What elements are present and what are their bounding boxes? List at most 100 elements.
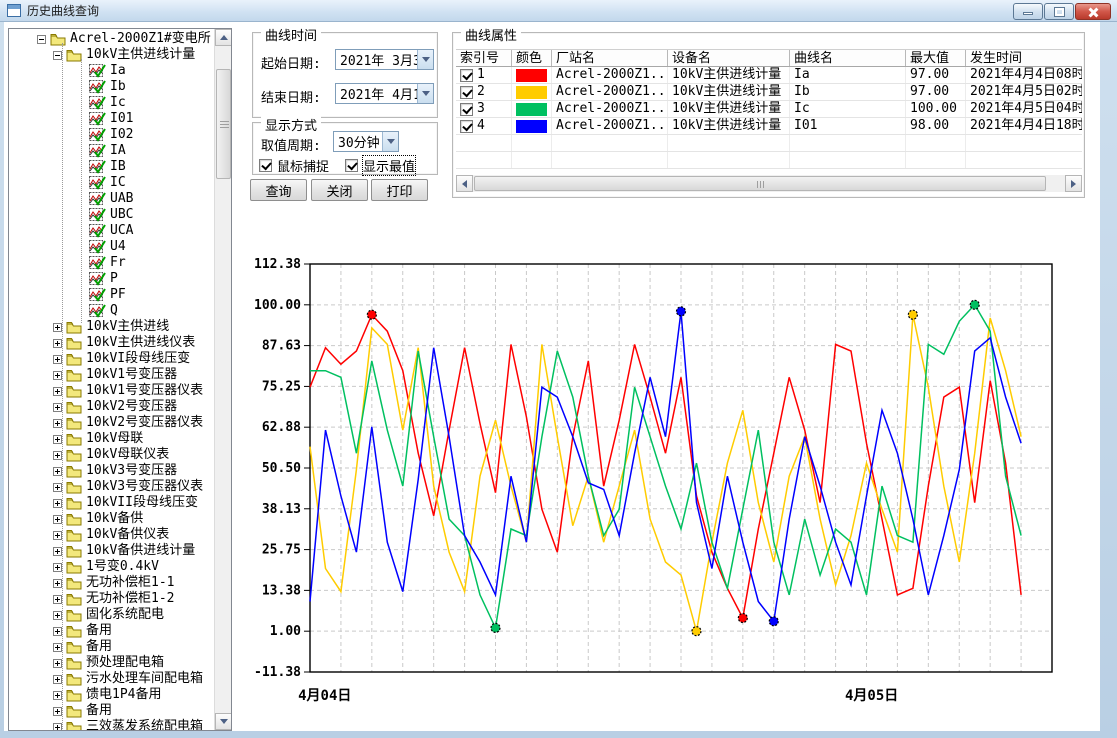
tree-item-folder[interactable]: 备用 <box>9 703 214 719</box>
tree-expander-icon[interactable] <box>53 563 62 572</box>
column-header[interactable]: 曲线名 <box>790 50 906 66</box>
tree-expander-icon[interactable] <box>53 467 62 476</box>
tree-expander-icon[interactable] <box>53 435 62 444</box>
tree-expander-icon[interactable] <box>53 723 62 731</box>
tree-expander-icon[interactable] <box>53 451 62 460</box>
tree-expander-icon[interactable] <box>53 483 62 492</box>
tree-expander-icon[interactable] <box>53 387 62 396</box>
tree-item-folder[interactable]: 备用 <box>9 639 214 655</box>
tree-expander-icon[interactable] <box>53 371 62 380</box>
column-header[interactable]: 设备名 <box>668 50 790 66</box>
close-dialog-button[interactable]: 关闭 <box>311 179 368 201</box>
column-header[interactable]: 发生时间 <box>966 50 1082 66</box>
tree-item-folder[interactable]: 10kV1号变压器仪表 <box>9 383 214 399</box>
column-header[interactable]: 最大值 <box>906 50 966 66</box>
tree-item-curve[interactable]: IA <box>9 143 214 159</box>
history-curve-chart[interactable]: 112.38100.0087.6375.2562.8850.5038.1325.… <box>250 248 1065 708</box>
tree-item-folder[interactable]: 10kV母联仪表 <box>9 447 214 463</box>
tree-item-curve[interactable]: Ia <box>9 63 214 79</box>
tree-item-folder[interactable]: 馈电1P4备用 <box>9 687 214 703</box>
tree-item-folder[interactable]: 三效蒸发系统配电箱 <box>9 719 214 730</box>
mouse-capture-checkbox[interactable] <box>259 159 272 172</box>
tree-item-folder[interactable]: 10kV备供进线计量 <box>9 543 214 559</box>
tree-item-curve[interactable]: P <box>9 271 214 287</box>
tree-item-curve[interactable]: UCA <box>9 223 214 239</box>
start-date-picker[interactable]: 2021年 3月30 <box>335 49 434 70</box>
maximize-button[interactable] <box>1044 3 1074 20</box>
curve-table-row[interactable]: 2 Acrel-2000Z1... 10kV主供进线计量 Ib 97.00 20… <box>456 84 1082 101</box>
row-checkbox[interactable] <box>460 86 473 99</box>
row-checkbox[interactable] <box>460 103 473 116</box>
row-checkbox[interactable] <box>460 69 473 82</box>
curve-table-row[interactable]: 4 Acrel-2000Z1... 10kV主供进线计量 I01 98.00 2… <box>456 118 1082 135</box>
tree-expander-icon[interactable] <box>53 659 62 668</box>
sample-period-select[interactable]: 30分钟 <box>333 131 399 152</box>
tree-item-curve[interactable]: Ib <box>9 79 214 95</box>
tree-expander-icon[interactable] <box>37 35 46 44</box>
tree-item-curve[interactable]: U4 <box>9 239 214 255</box>
tree-expander-icon[interactable] <box>53 515 62 524</box>
tree-expander-icon[interactable] <box>53 403 62 412</box>
start-date-dropdown-button[interactable] <box>417 50 433 69</box>
tree-item-folder[interactable]: 10kV1号变压器 <box>9 367 214 383</box>
tree-expander-icon[interactable] <box>53 643 62 652</box>
tree-expander-icon[interactable] <box>53 675 62 684</box>
tree-scroll-up-button[interactable] <box>215 29 232 46</box>
tree-item-folder[interactable]: 10kV2号变压器仪表 <box>9 415 214 431</box>
show-extremes-checkbox[interactable] <box>345 159 358 172</box>
tree-item-root[interactable]: Acrel-2000Z1#变电所 <box>9 31 214 47</box>
curve-table-row[interactable]: 1 Acrel-2000Z1... 10kV主供进线计量 Ia 97.00 20… <box>456 67 1082 84</box>
tree-item-folder[interactable]: 备用 <box>9 623 214 639</box>
table-scroll-left-button[interactable] <box>456 175 473 192</box>
curve-table-row[interactable]: 3 Acrel-2000Z1... 10kV主供进线计量 Ic 100.00 2… <box>456 101 1082 118</box>
tree-item-curve[interactable]: UAB <box>9 191 214 207</box>
query-button[interactable]: 查询 <box>250 179 307 201</box>
tree-item-folder[interactable]: 无功补偿柜1-2 <box>9 591 214 607</box>
tree-item-curve[interactable]: UBC <box>9 207 214 223</box>
print-button[interactable]: 打印 <box>371 179 428 201</box>
tree-item-folder[interactable]: 10kV3号变压器仪表 <box>9 479 214 495</box>
end-date-picker[interactable]: 2021年 4月14 <box>335 83 434 104</box>
title-bar[interactable]: 历史曲线查询 <box>0 0 1117 22</box>
device-tree[interactable]: Acrel-2000Z1#变电所 10kV主供进线计量 Ia Ib Ic I01… <box>8 28 232 731</box>
tree-item-curve[interactable]: IC <box>9 175 214 191</box>
close-button[interactable] <box>1075 3 1111 20</box>
tree-expander-icon[interactable] <box>53 499 62 508</box>
tree-item-curve[interactable]: Fr <box>9 255 214 271</box>
mouse-capture-option[interactable]: 鼠标捕捉 <box>259 156 329 175</box>
tree-scrollbar[interactable] <box>214 29 231 730</box>
tree-expander-icon[interactable] <box>53 355 62 364</box>
table-scroll-right-button[interactable] <box>1065 175 1082 192</box>
tree-item-folder[interactable]: 10kV2号变压器 <box>9 399 214 415</box>
tree-item-folder[interactable]: 污水处理车间配电箱 <box>9 671 214 687</box>
tree-expander-icon[interactable] <box>53 323 62 332</box>
tree-item-folder[interactable]: 10kV母联 <box>9 431 214 447</box>
tree-item-curve[interactable]: I01 <box>9 111 214 127</box>
row-checkbox[interactable] <box>460 120 473 133</box>
tree-item-folder[interactable]: 10kV主供进线 <box>9 319 214 335</box>
tree-item-folder[interactable]: 10kV3号变压器 <box>9 463 214 479</box>
column-header[interactable]: 厂站名 <box>552 50 668 66</box>
tree-item-curve[interactable]: I02 <box>9 127 214 143</box>
show-extremes-option[interactable]: 显示最值 <box>345 156 415 175</box>
tree-item-folder[interactable]: 10kVII段母线压变 <box>9 495 214 511</box>
minimize-button[interactable] <box>1013 3 1043 20</box>
sample-period-dropdown-button[interactable] <box>382 132 398 151</box>
tree-item-folder[interactable]: 10kV备供 <box>9 511 214 527</box>
tree-item-folder[interactable]: 预处理配电箱 <box>9 655 214 671</box>
tree-expander-icon[interactable] <box>53 51 62 60</box>
tree-expander-icon[interactable] <box>53 707 62 716</box>
tree-item-curve[interactable]: IB <box>9 159 214 175</box>
tree-scroll-down-button[interactable] <box>215 713 232 730</box>
tree-scroll-thumb[interactable] <box>216 69 231 179</box>
tree-expander-icon[interactable] <box>53 611 62 620</box>
tree-item-folder[interactable]: 10kV主供进线仪表 <box>9 335 214 351</box>
tree-expander-icon[interactable] <box>53 547 62 556</box>
tree-item-group[interactable]: 10kV主供进线计量 <box>9 47 214 63</box>
table-hscrollbar[interactable] <box>456 175 1082 192</box>
tree-item-folder[interactable]: 10kV备供仪表 <box>9 527 214 543</box>
column-header[interactable]: 索引号 <box>456 50 512 66</box>
tree-expander-icon[interactable] <box>53 419 62 428</box>
tree-item-curve[interactable]: Ic <box>9 95 214 111</box>
table-scroll-thumb[interactable] <box>474 176 1046 191</box>
